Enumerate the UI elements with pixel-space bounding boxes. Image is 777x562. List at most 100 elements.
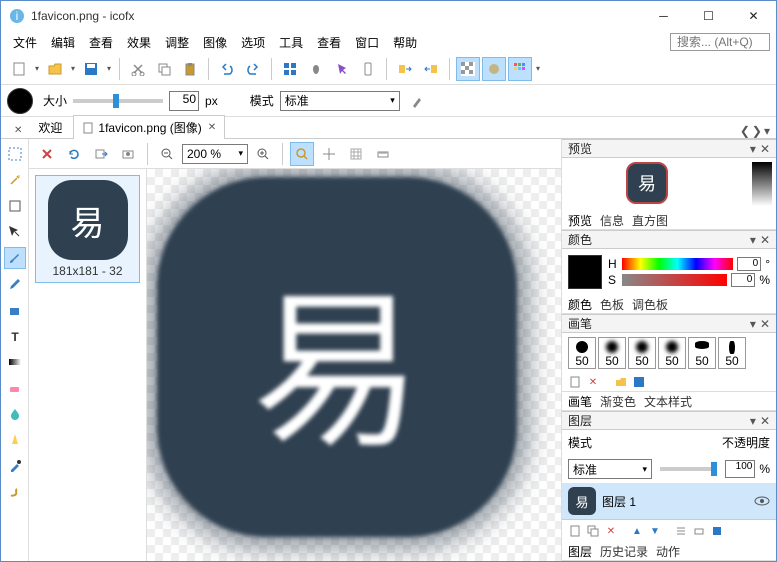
grid-dropdown[interactable]: ▾ — [534, 57, 542, 81]
zoom-out-icon[interactable] — [155, 142, 179, 166]
panel-close[interactable]: ✕ — [760, 233, 770, 247]
gradient-tool[interactable] — [4, 351, 26, 373]
text-tool[interactable]: T — [4, 325, 26, 347]
tab-histogram[interactable]: 直方图 — [632, 212, 668, 229]
dup-layer-icon[interactable] — [586, 524, 600, 538]
tab-layers[interactable]: 图层 — [568, 543, 592, 560]
cut-button[interactable] — [126, 57, 150, 81]
panel-collapse[interactable]: ▾ — [750, 233, 756, 247]
sat-slider[interactable] — [622, 274, 727, 286]
tab-info[interactable]: 信息 — [600, 212, 624, 229]
menu-options[interactable]: 选项 — [235, 32, 271, 53]
tab-welcome[interactable]: 欢迎 — [29, 115, 71, 139]
blur-tool[interactable] — [4, 403, 26, 425]
tab-next[interactable]: ❯ — [752, 124, 762, 138]
export-icon[interactable] — [89, 142, 113, 166]
zoom-in-icon[interactable] — [251, 142, 275, 166]
tab-color[interactable]: 颜色 — [568, 296, 592, 313]
brush-preset[interactable]: 50 — [628, 337, 656, 369]
save-button[interactable] — [79, 57, 103, 81]
brush-preset[interactable]: 50 — [568, 337, 596, 369]
size-input[interactable]: 50 — [169, 91, 199, 111]
open-brush-icon[interactable] — [614, 375, 628, 389]
new-dropdown[interactable]: ▾ — [33, 57, 41, 81]
tab-prev[interactable]: ❮ — [740, 124, 750, 138]
convert2-icon[interactable] — [419, 57, 443, 81]
hue-slider[interactable] — [622, 258, 733, 270]
menu-window[interactable]: 窗口 — [349, 32, 385, 53]
up-icon[interactable]: ▲ — [630, 524, 644, 538]
rotate-icon[interactable] — [62, 142, 86, 166]
tab-palette[interactable]: 调色板 — [632, 296, 668, 313]
new-button[interactable] — [7, 57, 31, 81]
canvas[interactable]: 易 — [147, 169, 561, 561]
down-icon[interactable]: ▼ — [648, 524, 662, 538]
panel-close[interactable]: ✕ — [760, 317, 770, 331]
panel-collapse[interactable]: ▾ — [750, 317, 756, 331]
tab-brush[interactable]: 画笔 — [568, 393, 592, 410]
eyedropper-tool[interactable] — [4, 455, 26, 477]
fx-icon[interactable] — [710, 524, 724, 538]
search-input[interactable] — [670, 33, 770, 51]
move-tool[interactable] — [4, 221, 26, 243]
thumbnail-item[interactable]: 易 181x181 - 32 — [35, 175, 140, 283]
tab-menu[interactable]: ▾ — [764, 124, 770, 138]
sat-input[interactable]: 0 — [731, 273, 755, 287]
tab-swatches[interactable]: 色板 — [600, 296, 624, 313]
panel-collapse[interactable]: ▾ — [750, 414, 756, 428]
smudge-tool[interactable] — [4, 481, 26, 503]
brush-preset[interactable]: 50 — [658, 337, 686, 369]
brush-preset[interactable]: 50 — [718, 337, 746, 369]
wand-tool[interactable] — [4, 169, 26, 191]
menu-file[interactable]: 文件 — [7, 32, 43, 53]
tab-textstyle[interactable]: 文本样式 — [644, 393, 692, 410]
maximize-button[interactable]: ☐ — [686, 1, 731, 31]
close-button[interactable]: ✕ — [731, 1, 776, 31]
zoom-tool-toggle[interactable] — [290, 142, 314, 166]
minimize-button[interactable]: ─ — [641, 1, 686, 31]
foreground-swatch[interactable] — [7, 88, 33, 114]
tab-gradient[interactable]: 渐变色 — [600, 393, 636, 410]
menu-adjust[interactable]: 调整 — [159, 32, 195, 53]
new-brush-icon[interactable] — [568, 375, 582, 389]
airbrush-icon[interactable] — [406, 89, 430, 113]
panel-close[interactable]: ✕ — [760, 414, 770, 428]
panel-close[interactable]: ✕ — [760, 142, 770, 156]
cursor-icon[interactable] — [330, 57, 354, 81]
hue-input[interactable]: 0 — [737, 257, 761, 271]
crosshair-icon[interactable] — [317, 142, 341, 166]
convert-icon[interactable] — [393, 57, 417, 81]
delete-icon[interactable] — [35, 142, 59, 166]
eraser-tool[interactable] — [4, 377, 26, 399]
shape-tool[interactable] — [4, 195, 26, 217]
size-slider[interactable] — [73, 99, 163, 103]
delete-brush-icon[interactable]: ✕ — [586, 375, 600, 389]
apple-icon[interactable] — [304, 57, 328, 81]
layer-item[interactable]: 易 图层 1 — [562, 483, 776, 519]
grid-toggle[interactable] — [508, 57, 532, 81]
merge-icon[interactable] — [674, 524, 688, 538]
menu-effects[interactable]: 效果 — [121, 32, 157, 53]
redo-button[interactable] — [241, 57, 265, 81]
paste-button[interactable] — [178, 57, 202, 81]
sharpen-tool[interactable] — [4, 429, 26, 451]
grid-icon[interactable] — [344, 142, 368, 166]
tab-preview[interactable]: 预览 — [568, 212, 592, 229]
menu-tools[interactable]: 工具 — [273, 32, 309, 53]
mobile-icon[interactable] — [356, 57, 380, 81]
flatten-icon[interactable] — [692, 524, 706, 538]
color-swatch[interactable] — [568, 255, 602, 289]
menu-help[interactable]: 帮助 — [387, 32, 423, 53]
ruler-icon[interactable] — [371, 142, 395, 166]
windows-icon[interactable] — [278, 57, 302, 81]
mode-select[interactable]: 标准▾ — [280, 91, 400, 111]
brush-tool[interactable] — [4, 247, 26, 269]
checker-toggle[interactable] — [456, 57, 480, 81]
opacity-input[interactable]: 100 — [725, 460, 755, 478]
undo-button[interactable] — [215, 57, 239, 81]
panel-collapse[interactable]: ▾ — [750, 142, 756, 156]
delete-layer-icon[interactable]: ✕ — [604, 524, 618, 538]
tab-document[interactable]: 1favicon.png (图像) ✕ — [73, 115, 225, 139]
menu-view[interactable]: 查看 — [83, 32, 119, 53]
open-button[interactable] — [43, 57, 67, 81]
